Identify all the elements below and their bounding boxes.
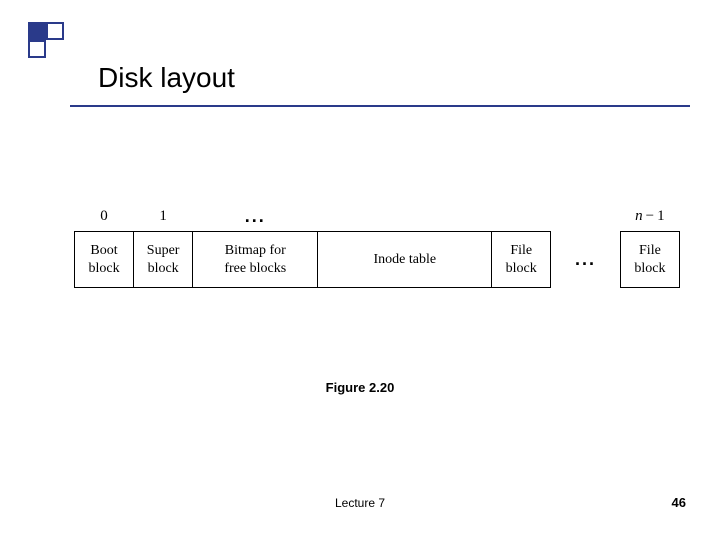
footer-lecture: Lecture 7 <box>0 496 720 510</box>
block-row: Bootblock Superblock Bitmap forfree bloc… <box>75 232 680 288</box>
deco-square-filled <box>28 22 46 40</box>
cell-file-block-1: Fileblock <box>492 232 551 288</box>
slide-title: Disk layout <box>98 62 235 94</box>
footer-page: 46 <box>672 495 686 510</box>
index-blank-1 <box>318 205 492 232</box>
cell-gap-dots: ... <box>551 232 621 288</box>
cell-boot-block: Bootblock <box>75 232 134 288</box>
title-rule <box>70 105 690 107</box>
index-0: 0 <box>75 205 134 232</box>
disk-layout-diagram: 0 1 ... n − 1 Bootblock Superblock Bitma… <box>74 205 680 288</box>
cell-super-block: Superblock <box>134 232 193 288</box>
index-row: 0 1 ... n − 1 <box>75 205 680 232</box>
index-blank-3 <box>551 205 621 232</box>
disk-layout-table: 0 1 ... n − 1 Bootblock Superblock Bitma… <box>74 205 680 288</box>
deco-square-outline-bottom <box>28 40 46 58</box>
figure-caption: Figure 2.20 <box>0 380 720 395</box>
cell-file-block-n: Fileblock <box>620 232 679 288</box>
index-1: 1 <box>134 205 193 232</box>
deco-square-outline-right <box>46 22 64 40</box>
cell-inode-table: Inode table <box>318 232 492 288</box>
cell-bitmap: Bitmap forfree blocks <box>193 232 318 288</box>
index-dots: ... <box>193 205 318 232</box>
index-n-minus-1: n − 1 <box>620 205 679 232</box>
index-blank-2 <box>492 205 551 232</box>
